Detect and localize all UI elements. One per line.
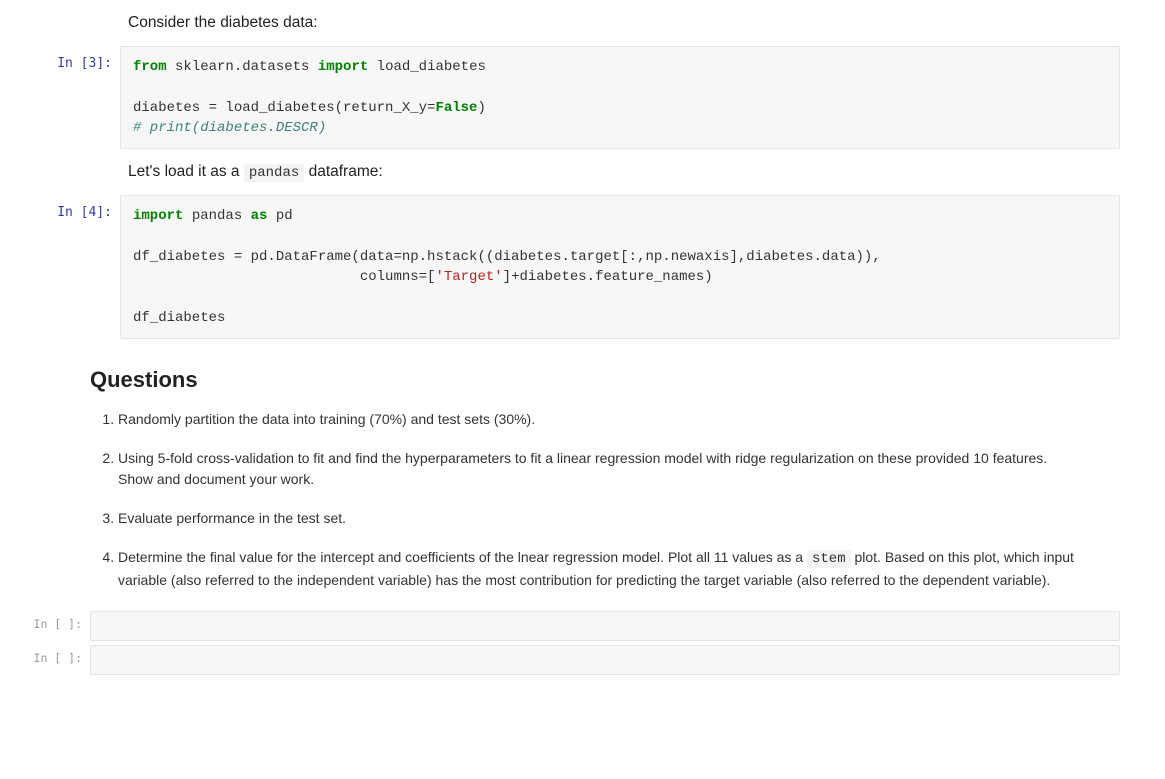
questions-list: Randomly partition the data into trainin… [90,409,1075,591]
code-input[interactable] [90,645,1120,675]
markdown-cell-2: Let's load it as a pandas dataframe: [0,153,1165,191]
question-item-1: Randomly partition the data into trainin… [118,409,1075,430]
code-input[interactable]: from sklearn.datasets import load_diabet… [120,46,1120,149]
markdown-text: Let's load it as a pandas dataframe: [128,163,1112,181]
keyword-from: from [133,59,167,75]
code-input[interactable]: import pandas as pd df_diabetes = pd.Dat… [120,195,1120,339]
prompt-area [0,153,120,163]
markdown-body: Consider the diabetes data: [120,4,1120,42]
code-body [90,611,1120,641]
code-body: from sklearn.datasets import load_diabet… [120,46,1120,149]
code-cell-3: In [3]: from sklearn.datasets import loa… [0,46,1165,149]
code-body: import pandas as pd df_diabetes = pd.Dat… [120,195,1120,339]
empty-code-cell-1: In [ ]: [0,611,1165,641]
input-prompt: In [4]: [0,195,120,220]
markdown-cell-1: Consider the diabetes data: [0,4,1165,42]
input-prompt: In [ ]: [0,611,90,631]
question-item-3: Evaluate performance in the test set. [118,508,1075,529]
literal-false: False [435,100,477,116]
prompt-area [0,4,120,14]
string-literal: 'Target' [435,269,502,285]
inline-code-pandas: pandas [244,164,304,182]
code-body [90,645,1120,675]
question-item-4: Determine the final value for the interc… [118,547,1075,591]
keyword-as: as [251,208,268,224]
input-prompt: In [3]: [0,46,120,71]
questions-heading: Questions [90,367,1075,393]
keyword-import: import [318,59,368,75]
question-item-2: Using 5-fold cross-validation to fit and… [118,448,1075,490]
questions-section: Questions Randomly partition the data in… [90,367,1075,591]
keyword-import: import [133,208,183,224]
code-cell-4: In [4]: import pandas as pd df_diabetes … [0,195,1165,339]
code-input[interactable] [90,611,1120,641]
inline-code-stem: stem [807,550,851,568]
markdown-text: Consider the diabetes data: [128,14,1112,32]
input-prompt: In [ ]: [0,645,90,665]
empty-code-cell-2: In [ ]: [0,645,1165,675]
comment: # print(diabetes.DESCR) [133,120,326,136]
markdown-body: Let's load it as a pandas dataframe: [120,153,1120,191]
